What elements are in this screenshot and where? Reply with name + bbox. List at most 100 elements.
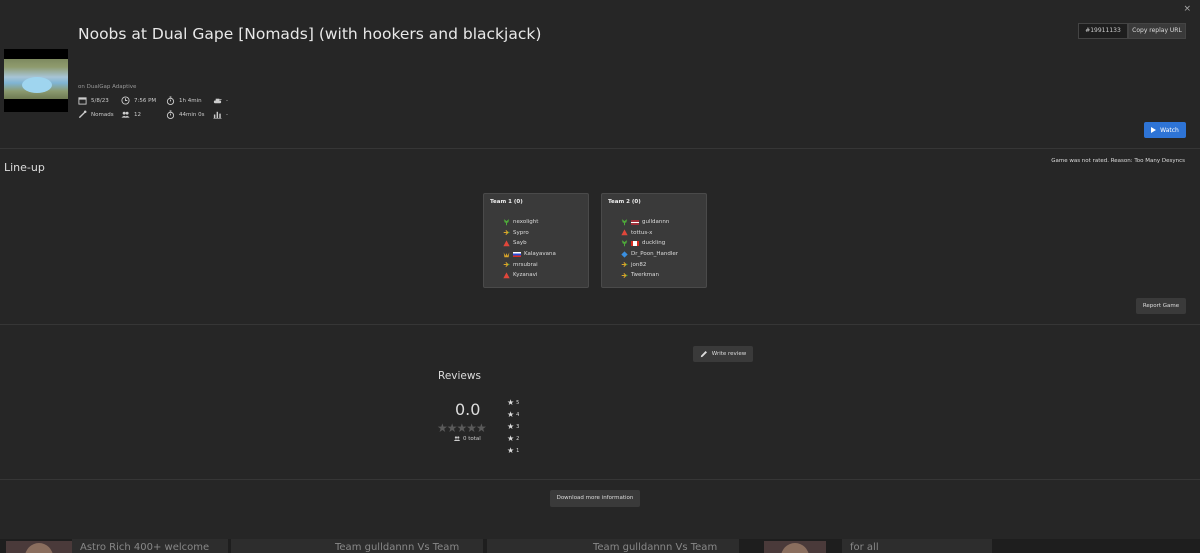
calendar-icon: [78, 97, 87, 105]
player-row[interactable]: gulldannn: [608, 217, 700, 228]
player-name: Kalayavana: [524, 251, 556, 258]
aeon-icon: [503, 251, 510, 257]
player-row[interactable]: Kyzanavi: [490, 270, 582, 281]
review-total-value: 0 total: [463, 435, 481, 442]
flag-lv-icon: [631, 219, 639, 225]
clock-icon: [121, 96, 130, 105]
player-name: nexolight: [513, 219, 539, 226]
rating-distribution-row: ★ 4: [507, 410, 519, 419]
featured-mod-info: Nomads: [78, 110, 114, 119]
nomads-icon: [621, 272, 628, 278]
star-icon: ★: [507, 446, 515, 455]
player-name: Twerkman: [631, 272, 659, 279]
users-icon: [453, 436, 461, 441]
star-icon: ★: [507, 422, 515, 431]
related-replay-card[interactable]: for all: [842, 539, 992, 553]
team-name: Team 2 (0): [608, 199, 641, 205]
replay-id-field[interactable]: #19911133: [1078, 23, 1128, 39]
unit-cap-info: -: [213, 96, 228, 105]
write-review-button[interactable]: Write review: [693, 346, 753, 362]
time-value: 7:56 PM: [134, 97, 157, 104]
time-info: 7:56 PM: [121, 96, 156, 105]
rating-distribution-row: ★ 2: [507, 434, 519, 443]
play-icon: [1151, 127, 1157, 133]
stopwatch-icon: [166, 96, 175, 105]
nomads-icon: [503, 230, 510, 236]
report-game-button[interactable]: Report Game: [1136, 298, 1186, 314]
player-row[interactable]: Twerkman: [608, 270, 700, 281]
tank-icon: [213, 98, 222, 104]
duration-value: 1h 4min: [179, 97, 202, 104]
review-total: 0 total: [453, 435, 481, 442]
rating-info: -: [213, 110, 228, 119]
game-time-info: 44min 0s: [166, 110, 204, 119]
divider: [0, 148, 1200, 149]
players-value: 12: [134, 111, 141, 118]
write-review-label: Write review: [711, 351, 747, 357]
nomads-icon: [621, 262, 628, 268]
player-name: Kyzanavi: [513, 272, 538, 279]
player-row[interactable]: Dr_Poon_Handler: [608, 249, 700, 260]
pencil-icon: [700, 351, 707, 358]
players-info: 12: [121, 110, 141, 119]
watch-button[interactable]: Watch: [1144, 122, 1186, 138]
featured-mod-value: Nomads: [91, 111, 114, 118]
player-row[interactable]: Sayb: [490, 238, 582, 249]
replay-thumbnail[interactable]: [764, 541, 826, 553]
team-name: Team 1 (0): [490, 199, 523, 205]
copy-replay-url-button[interactable]: Copy replay URL: [1128, 23, 1186, 39]
users-icon: [121, 111, 130, 118]
bar-chart-icon: [213, 111, 222, 119]
seraphim-icon: [621, 219, 628, 226]
watch-label: Watch: [1160, 126, 1179, 134]
map-name: on DualGap Adaptive: [78, 84, 137, 90]
rating-stars: ★★★★★: [437, 421, 487, 435]
map-preview: [4, 49, 68, 112]
related-replay-card[interactable]: Team gulldannn Vs Team: [231, 539, 483, 553]
replay-thumbnail[interactable]: [6, 541, 72, 553]
rating-distribution-row: ★ 3: [507, 422, 519, 431]
player-row[interactable]: Sypro: [490, 228, 582, 239]
date-info: 5/8/23: [78, 96, 109, 105]
cybran-icon: [621, 229, 628, 236]
rating-value: -: [226, 111, 228, 118]
star-level: 4: [516, 411, 520, 418]
cybran-icon: [503, 240, 510, 247]
not-rated-notice: Game was not rated. Reason: Too Many Des…: [1051, 158, 1185, 164]
stopwatch-icon: [166, 110, 175, 119]
reviews-heading: Reviews: [438, 370, 481, 382]
player-name: Sypro: [513, 229, 529, 236]
star-icon: ★: [507, 398, 515, 407]
player-name: Dr_Poon_Handler: [631, 251, 678, 258]
player-name: Sayb: [513, 240, 527, 247]
player-row[interactable]: nexolight: [490, 217, 582, 228]
player-row[interactable]: jon82: [608, 259, 700, 270]
related-replay-card[interactable]: Astro Rich 400+ welcome: [72, 539, 228, 553]
star-level: 2: [516, 435, 520, 442]
player-name: jon82: [631, 261, 647, 268]
player-name: tottus-x: [631, 229, 653, 236]
star-level: 5: [516, 399, 520, 406]
unit-cap-value: -: [226, 97, 228, 104]
player-row[interactable]: tottus-x: [608, 228, 700, 239]
player-row[interactable]: duckling: [608, 238, 700, 249]
player-name: mrsubrai: [513, 261, 538, 268]
team-2-card: Team 2 (0) gulldannn tottus-x duckling Dr_P…: [601, 193, 707, 288]
uef-icon: [621, 250, 628, 258]
player-name: duckling: [642, 240, 666, 247]
wrench-icon: [78, 110, 87, 119]
page-title: Noobs at Dual Gape [Nomads] (with hooker…: [78, 25, 542, 43]
flag-ru-icon: [513, 251, 521, 257]
rating-distribution-row: ★ 1: [507, 446, 519, 455]
download-info-button[interactable]: Download more information: [550, 490, 640, 507]
review-score: 0.0: [455, 400, 481, 419]
player-row[interactable]: Kalayavana: [490, 249, 582, 260]
cybran-icon: [503, 272, 510, 279]
close-icon[interactable]: ×: [1183, 4, 1191, 14]
star-icon: ★: [507, 434, 515, 443]
related-replay-card[interactable]: Team gulldannn Vs Team: [487, 539, 739, 553]
duration-info: 1h 4min: [166, 96, 202, 105]
star-icon: ★: [507, 410, 515, 419]
seraphim-icon: [503, 219, 510, 226]
player-row[interactable]: mrsubrai: [490, 259, 582, 270]
